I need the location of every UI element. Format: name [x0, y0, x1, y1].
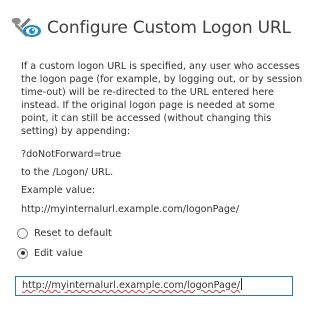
reset-to-default-label: Reset to default [34, 227, 112, 239]
example-label: Example value: [21, 185, 96, 196]
reset-to-default-option[interactable]: Reset to default [17, 226, 112, 240]
edit-value-label: Edit value [34, 247, 83, 259]
description-text: If a custom logon URL is specified, any … [21, 61, 303, 137]
reset-to-default-radio[interactable] [17, 227, 28, 239]
text-caret [241, 278, 243, 290]
logon-url-note: to the /Logon/ URL. [21, 167, 114, 178]
query-param-text: ?doNotForward=true [21, 149, 122, 160]
edit-value-radio[interactable] [17, 247, 28, 259]
example-value: http://myinternalurl.example.com/logonPa… [21, 204, 240, 215]
configure-logon-url-dialog: Configure Custom Logon URL If a custom l… [0, 0, 309, 321]
tools-eye-icon [12, 17, 41, 37]
custom-logon-url-input[interactable]: http://myinternalurl.example.com/logonPa… [15, 276, 293, 296]
url-input-value: http://myinternalurl.example.com/logonPa… [22, 280, 241, 291]
dialog-title: Configure Custom Logon URL [47, 18, 291, 38]
dialog-header: Configure Custom Logon URL [12, 15, 291, 41]
edit-value-option[interactable]: Edit value [17, 246, 83, 260]
